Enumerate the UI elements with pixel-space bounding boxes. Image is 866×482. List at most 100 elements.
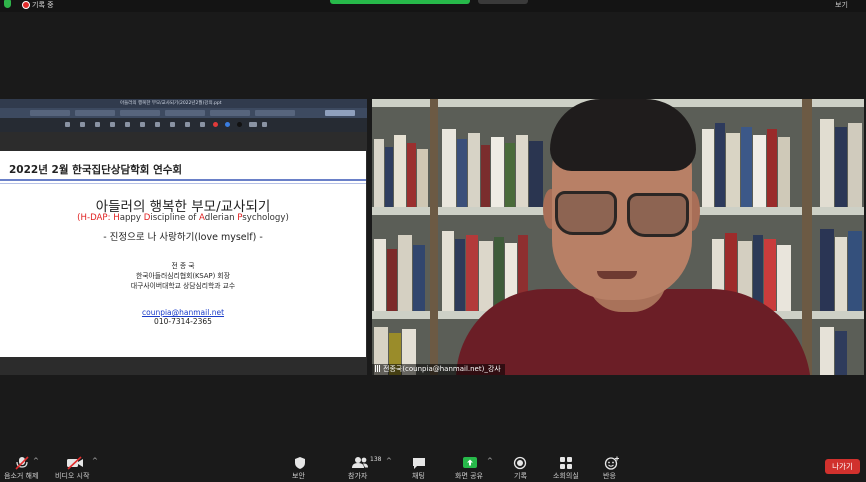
book [715, 123, 725, 207]
annotate-icon [249, 122, 257, 127]
shared-tab-active [325, 110, 355, 116]
black-pen-icon [237, 122, 242, 127]
chat-bubble-icon [413, 458, 425, 469]
view-menu-button[interactable]: 보기 [835, 0, 848, 10]
book [505, 143, 515, 207]
breakout-rooms-icon [560, 457, 572, 469]
book [848, 231, 862, 311]
shared-window-title: 아들러의 행복한 부모/교사되기(2022년2월)강의.ppt [120, 101, 222, 106]
unmute-label: 음소거 해제 [4, 472, 39, 480]
record-label: 기록 [514, 472, 527, 480]
book [374, 239, 386, 311]
audio-options-caret[interactable]: ^ [33, 457, 39, 465]
participants-count: 138 [370, 456, 382, 463]
author-affiliation: 대구사이버대학교 상담심리학과 교수 [130, 282, 236, 290]
participant-video[interactable]: 전종국(counpia@hanmail.net)_강사 [372, 99, 864, 375]
participant-name: 전종국(counpia@hanmail.net)_강사 [383, 365, 501, 373]
book [387, 249, 397, 311]
signal-bars-icon [375, 365, 381, 372]
participants-icon [352, 457, 368, 468]
book [455, 239, 465, 311]
smiley-plus-icon [604, 456, 619, 470]
annotate-icon [110, 122, 115, 127]
annotate-icon [125, 122, 130, 127]
book [374, 139, 384, 207]
book [753, 135, 766, 207]
book [394, 135, 406, 207]
blue-pen-icon [225, 122, 230, 127]
shared-tab [75, 110, 115, 116]
author-name: 전 종 국 [171, 262, 195, 270]
meeting-toolbar [0, 449, 866, 482]
annotate-icon [200, 122, 205, 127]
speaker-mouth [597, 271, 637, 279]
participant-name-tag: 전종국(counpia@hanmail.net)_강사 [372, 364, 505, 375]
slide-tagline: - 진정으로 나 사랑하기(love myself) - [103, 232, 263, 243]
slide-divider [0, 183, 366, 184]
share-options-caret[interactable]: ^ [487, 457, 493, 465]
red-pen-icon [213, 122, 218, 127]
book [479, 241, 493, 311]
share-screen-icon [463, 457, 477, 468]
book [702, 129, 714, 207]
slide-subtitle: (H-DAP: Happy Discipline of Adlerian Psy… [77, 213, 289, 223]
speaker-hair [550, 99, 696, 171]
book [413, 245, 425, 311]
leave-meeting-button[interactable]: 나가기 [825, 459, 860, 474]
book [767, 129, 777, 207]
shared-tab [165, 110, 205, 116]
annotate-icon [155, 122, 160, 127]
share-screen-label: 화면 공유 [455, 472, 483, 480]
shared-tab [30, 110, 70, 116]
book [764, 239, 776, 311]
shield-icon [295, 457, 305, 469]
book [466, 235, 478, 311]
book [407, 143, 416, 207]
speaker-glasses [627, 193, 689, 237]
speaker-glasses [555, 191, 617, 235]
book [835, 127, 847, 207]
bookshelf-divider [430, 99, 438, 375]
muted-microphone-icon [15, 456, 29, 470]
recording-icon [22, 1, 30, 9]
bookshelf-divider [802, 99, 812, 375]
reactions-label: 반응 [603, 472, 616, 480]
annotate-icon [95, 122, 100, 127]
book [491, 137, 504, 207]
slide-divider [0, 179, 366, 181]
book [726, 133, 740, 207]
share-options-pill[interactable] [478, 0, 528, 4]
book [848, 123, 862, 207]
book [741, 127, 752, 207]
shared-window-toolbar [0, 118, 367, 132]
shared-tab [210, 110, 250, 116]
author-email-link[interactable]: counpia@hanmail.net [0, 308, 366, 317]
participants-label: 참가자 [348, 472, 368, 480]
annotate-icon [140, 122, 145, 127]
book [835, 237, 847, 311]
book [820, 327, 834, 375]
book [442, 129, 456, 207]
author-role: 한국아들러심리협회(KSAP) 회장 [136, 272, 230, 280]
chat-label: 채팅 [412, 472, 425, 480]
book [820, 119, 834, 207]
annotate-icon [185, 122, 190, 127]
book [481, 145, 490, 207]
start-video-label: 비디오 시작 [55, 472, 90, 480]
participants-options-caret[interactable]: ^ [386, 457, 392, 465]
book [529, 141, 543, 207]
annotate-icon [262, 122, 267, 127]
breakout-rooms-label: 소회의실 [553, 472, 579, 480]
book [417, 149, 428, 207]
recording-label: 기록 중 [32, 1, 54, 9]
annotate-icon [80, 122, 85, 127]
book [777, 245, 791, 311]
security-shield-icon[interactable] [4, 0, 11, 8]
slide-header: 2022년 2월 한국집단상담학회 연수회 [9, 164, 183, 176]
book [457, 139, 467, 207]
record-icon [513, 456, 527, 470]
video-options-caret[interactable]: ^ [92, 457, 98, 465]
active-speaker-bar[interactable] [330, 0, 470, 4]
book [835, 331, 847, 375]
security-label: 보안 [292, 472, 305, 480]
